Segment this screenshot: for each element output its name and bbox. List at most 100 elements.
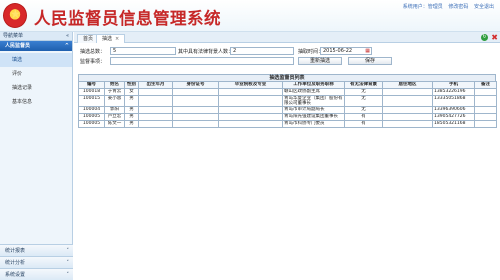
app-title: 人民监督员信息管理系统 xyxy=(34,9,221,28)
form-row-1: 抽选总数： 5 其中具有法律背景人数： 2 抽取时间： 2015-06-22 ▦ xyxy=(80,47,494,57)
cell-mobile: 13853226196 xyxy=(432,88,475,96)
chevron-up-icon[interactable]: ^ xyxy=(65,41,69,51)
table-row[interactable]: 100005 芦立宏男 青岛阳光强建设集团董事长有 13905427726 xyxy=(78,113,497,121)
legal-background-count-input[interactable]: 2 xyxy=(230,47,294,55)
sidebar-group-label: 系统设置 xyxy=(5,272,26,278)
sidebar-item-draw-records[interactable]: 抽选记录 xyxy=(0,81,72,95)
col-header-legal: 有无法律背景 xyxy=(344,81,383,89)
cell-employer: 青岛市科协专门委员 xyxy=(282,120,345,128)
cell-id: 100005 xyxy=(78,120,105,128)
cell-employer: 青岛阳光强建设集团董事长 xyxy=(282,113,345,121)
cell-mobile: 13396390606 xyxy=(432,106,475,114)
cell-legal: 有 xyxy=(344,113,383,121)
cell-remarks xyxy=(474,88,497,96)
calendar-icon[interactable]: ▦ xyxy=(365,48,370,54)
cell-residence xyxy=(382,120,433,128)
tab-label: 抽选 xyxy=(102,36,113,42)
cell-id-number xyxy=(172,95,219,107)
sidebar-group-label: 人民监督员 xyxy=(5,43,31,49)
table-caption: 抽选监督员列表 xyxy=(78,74,496,81)
cell-name: 姜小蓉 xyxy=(104,95,125,107)
cell-name: 郭阳 xyxy=(104,106,125,114)
cell-mobile: 18505321168 xyxy=(432,120,475,128)
cell-residence xyxy=(382,95,433,107)
form-row-2: 监督事项： 重新抽选 保存 xyxy=(80,57,494,67)
draw-time-value: 2015-06-22 xyxy=(323,48,353,54)
cell-education xyxy=(218,113,283,121)
col-header-education: 毕业院校及专业 xyxy=(218,81,283,89)
save-button[interactable]: 保存 xyxy=(348,57,392,65)
col-header-birth: 出生年月 xyxy=(138,81,173,89)
cell-employer: 青岛华夏企业（集团）股份有限公司董事长 xyxy=(282,95,345,107)
table-row[interactable]: 100005 陈文一男 青岛市科协专门委员有 18505321168 xyxy=(78,120,497,128)
cell-birth xyxy=(138,113,173,121)
tab-draw[interactable]: 抽选 × xyxy=(96,34,126,43)
draw-time-input[interactable]: 2015-06-22 ▦ xyxy=(320,47,372,55)
chevron-down-icon[interactable]: ˅ xyxy=(67,269,70,280)
logout-link[interactable]: 安全退出 xyxy=(474,4,494,10)
cell-gender: 男 xyxy=(124,113,139,121)
sidebar-group-label: 统计分析 xyxy=(5,260,26,266)
sidebar-group-settings[interactable]: 系统设置 ˅ xyxy=(0,268,73,280)
sidebar-group-analysis[interactable]: 统计分析 ˅ xyxy=(0,256,73,268)
tab-bar: 首页 抽选 × ↻ ✖ xyxy=(74,32,500,43)
cell-gender: 女 xyxy=(124,88,139,96)
cell-remarks xyxy=(474,113,497,121)
cell-mobile: 13905427726 xyxy=(432,113,475,121)
sidebar-group-supervisor[interactable]: 人民监督员 ^ xyxy=(0,41,72,51)
nav-menu-title: 导航菜单 xyxy=(3,33,24,39)
cell-education xyxy=(218,120,283,128)
app-header: ★ 人民监督员信息管理系统 系统用户：管理员 修改密码 安全退出 xyxy=(0,0,500,32)
cell-mobile: 13335051868 xyxy=(432,95,475,107)
table-header-row: 编号 姓名 性别 出生年月 身份证号 毕业院校及专业 工作单位及职务职称 有无法… xyxy=(78,81,497,89)
draw-count-input[interactable]: 5 xyxy=(110,47,176,55)
collapse-sidebar-icon[interactable]: « xyxy=(66,32,69,41)
supervision-matter-input[interactable] xyxy=(110,57,294,65)
cell-gender: 男 xyxy=(124,120,139,128)
tab-label: 首页 xyxy=(83,36,94,42)
close-icon[interactable]: ✖ xyxy=(491,33,498,42)
cell-education xyxy=(218,95,283,107)
cell-employer: 青岛市审计局副局长 xyxy=(282,106,345,114)
cell-residence xyxy=(382,88,433,96)
table-row[interactable]: 100004 郭阳男 青岛市审计局副局长无 13396390606 xyxy=(78,106,497,114)
cell-legal: 无 xyxy=(344,95,383,107)
sidebar-menu: 填选 评价 抽选记录 基本信息 xyxy=(0,51,72,109)
cell-remarks xyxy=(474,120,497,128)
nav-menu-header: 导航菜单 « xyxy=(0,32,72,41)
cell-id: 100004 xyxy=(78,106,105,114)
col-header-mobile: 手机 xyxy=(432,81,475,89)
cell-id: 100005 xyxy=(78,113,105,121)
cell-remarks xyxy=(474,106,497,114)
refresh-icon[interactable]: ↻ xyxy=(481,34,488,41)
cell-id-number xyxy=(172,113,219,121)
col-header-remarks: 备注 xyxy=(474,81,497,89)
sidebar-group-reports[interactable]: 统计报表 ˅ xyxy=(0,244,73,256)
cell-legal: 有 xyxy=(344,120,383,128)
cell-residence xyxy=(382,106,433,114)
cell-id: 100015 xyxy=(78,95,105,107)
sidebar-item-draw[interactable]: 填选 xyxy=(0,53,72,67)
cell-birth xyxy=(138,120,173,128)
sidebar: 导航菜单 « 人民监督员 ^ 填选 评价 抽选记录 基本信息 统计报表 ˅ 统计… xyxy=(0,32,73,280)
table-row[interactable]: 100018 于青云女 赣山区政协副主席无 13853226196 xyxy=(78,88,497,96)
sidebar-item-basic-info[interactable]: 基本信息 xyxy=(0,95,72,109)
national-emblem-icon: ★ xyxy=(3,3,27,28)
redraw-button[interactable]: 重新抽选 xyxy=(298,57,342,65)
cell-name: 于青云 xyxy=(104,88,125,96)
sidebar-item-evaluate[interactable]: 评价 xyxy=(0,67,72,81)
close-tab-icon[interactable]: × xyxy=(115,36,119,42)
sidebar-group-label: 统计报表 xyxy=(5,248,26,254)
cell-education xyxy=(218,106,283,114)
current-user-link[interactable]: 系统用户：管理员 xyxy=(403,4,443,10)
col-header-id-number: 身份证号 xyxy=(172,81,219,89)
col-header-employer: 工作单位及职务职称 xyxy=(282,81,345,89)
cell-birth xyxy=(138,106,173,114)
cell-id-number xyxy=(172,120,219,128)
supervisor-table: 编号 姓名 性别 出生年月 身份证号 毕业院校及专业 工作单位及职务职称 有无法… xyxy=(78,81,497,128)
table-row[interactable]: 100015 姜小蓉男 青岛华夏企业（集团）股份有限公司董事长无 1333505186… xyxy=(78,95,497,107)
cell-education xyxy=(218,88,283,96)
cell-legal: 无 xyxy=(344,106,383,114)
change-password-link[interactable]: 修改密码 xyxy=(448,4,468,10)
cell-birth xyxy=(138,88,173,96)
